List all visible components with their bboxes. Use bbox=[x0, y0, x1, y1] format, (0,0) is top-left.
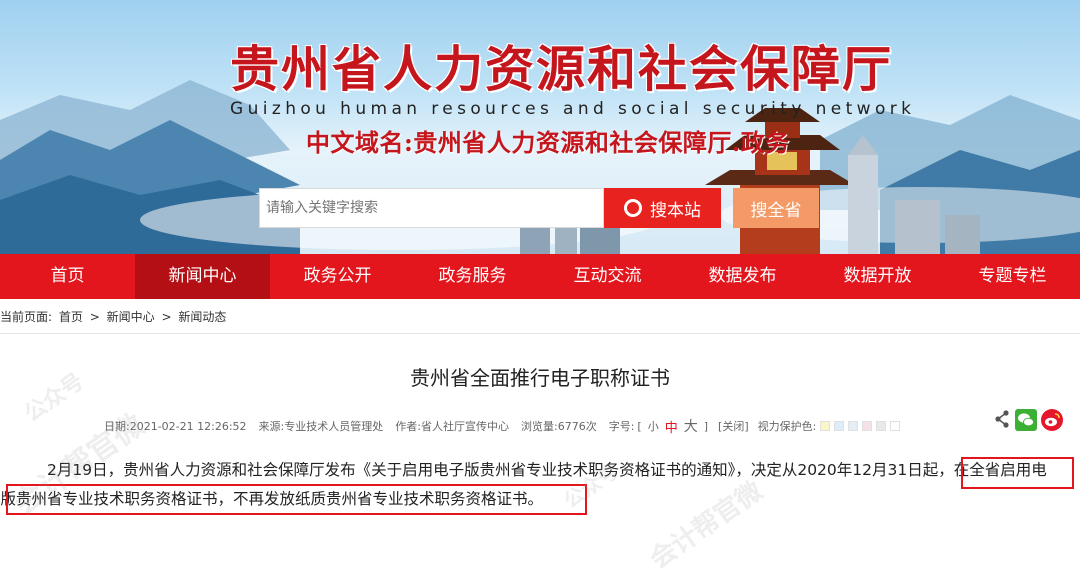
nav-item-data-release[interactable]: 数据发布 bbox=[675, 254, 810, 299]
share-icon[interactable] bbox=[994, 410, 1010, 428]
eye-color-swatch-lightblue[interactable] bbox=[848, 421, 859, 431]
site-subtitle: Guizhou human resources and social secur… bbox=[230, 99, 916, 119]
article-paragraph: 2月19日，贵州省人力资源和社会保障厅发布《关于启用电子版贵州省专业技术职务资格… bbox=[0, 456, 1076, 514]
search-input[interactable] bbox=[259, 188, 604, 228]
breadcrumb: 当前页面: 首页 > 新闻中心 > 新闻动态 bbox=[0, 308, 229, 325]
nav-item-gov-affairs[interactable]: 政务公开 bbox=[270, 254, 405, 299]
eye-color-swatch-white[interactable] bbox=[890, 421, 901, 431]
nav-item-gov-services[interactable]: 政务服务 bbox=[405, 254, 540, 299]
font-size-small[interactable]: 小 bbox=[648, 418, 659, 434]
body-text: 2月19日，贵州省人力资源和社会保障厅发布《关于启用电子版贵州省专业技术职务资格… bbox=[47, 461, 954, 479]
meta-author-label: 作者: bbox=[395, 420, 421, 433]
nav-item-news-center[interactable]: 新闻中心 bbox=[135, 254, 270, 299]
nav-item-data-open[interactable]: 数据开放 bbox=[810, 254, 945, 299]
eye-protect-label: 视力保护色: bbox=[757, 420, 817, 433]
nav-item-home[interactable]: 首页 bbox=[0, 254, 135, 299]
breadcrumb-separator: > bbox=[89, 310, 100, 324]
article-body: 2月19日，贵州省人力资源和社会保障厅发布《关于启用电子版贵州省专业技术职务资格… bbox=[0, 456, 1076, 514]
search-site-label: 搜本站 bbox=[650, 200, 701, 221]
wechat-share-icon[interactable] bbox=[1015, 409, 1037, 431]
breadcrumb-news-updates[interactable]: 新闻动态 bbox=[178, 310, 226, 324]
meta-date-label: 日期: bbox=[104, 420, 130, 433]
meta-font-bracket-open: [ bbox=[637, 419, 642, 433]
breadcrumb-prefix: 当前页面: bbox=[0, 310, 53, 324]
meta-views: 6776次 bbox=[557, 420, 597, 433]
search-icon bbox=[624, 199, 642, 217]
body-highlight-a: 在全省启用电 bbox=[953, 461, 1047, 479]
eye-color-swatch-pink[interactable] bbox=[862, 421, 873, 431]
meta-source: 专业技术人员管理处 bbox=[284, 420, 384, 433]
font-size-large[interactable]: 大 bbox=[684, 416, 698, 436]
eye-color-swatch-yellow[interactable] bbox=[820, 421, 831, 431]
meta-font-bracket-close: ] bbox=[703, 419, 709, 433]
breadcrumb-separator: > bbox=[161, 310, 172, 324]
font-size-medium[interactable]: 中 bbox=[665, 417, 678, 436]
body-highlight-b: 子版贵州省专业技术职务资格证书，不再发放纸质贵州省专业技术职务资格证书。 bbox=[0, 490, 544, 508]
site-title: 贵州省人力资源和社会保障厅 bbox=[230, 40, 894, 98]
meta-views-label: 浏览量: bbox=[520, 420, 558, 433]
meta-author: 省人社厅宣传中心 bbox=[420, 420, 509, 433]
breadcrumb-news-center[interactable]: 新闻中心 bbox=[107, 310, 155, 324]
weibo-share-icon[interactable] bbox=[1041, 409, 1063, 431]
meta-date: 2021-02-21 12:26:52 bbox=[129, 419, 247, 433]
close-link[interactable]: [关闭] bbox=[718, 418, 749, 434]
main-nav: 首页 新闻中心 政务公开 政务服务 互动交流 数据发布 数据开放 专题专栏 bbox=[0, 254, 1080, 299]
breadcrumb-divider bbox=[0, 333, 1080, 334]
meta-source-label: 来源: bbox=[258, 420, 285, 433]
nav-item-topics[interactable]: 专题专栏 bbox=[945, 254, 1080, 299]
nav-item-interaction[interactable]: 互动交流 bbox=[540, 254, 675, 299]
domain-name-text: 中文域名:贵州省人力资源和社会保障厅.政务 bbox=[306, 128, 790, 157]
search-province-button[interactable]: 搜全省 bbox=[733, 188, 819, 228]
breadcrumb-home[interactable]: 首页 bbox=[59, 310, 83, 324]
eye-color-swatch-blue[interactable] bbox=[834, 421, 845, 431]
meta-font-label: 字号: bbox=[608, 420, 635, 433]
eye-color-swatch-gray[interactable] bbox=[876, 421, 887, 431]
article-meta: 日期: 2021-02-21 12:26:52 来源: 专业技术人员管理处 作者… bbox=[104, 416, 901, 436]
header-banner: 贵州省人力资源和社会保障厅 Guizhou human resources an… bbox=[0, 0, 1080, 254]
search-site-button[interactable]: 搜本站 bbox=[604, 188, 721, 228]
article-title: 贵州省全面推行电子职称证书 bbox=[410, 366, 670, 390]
